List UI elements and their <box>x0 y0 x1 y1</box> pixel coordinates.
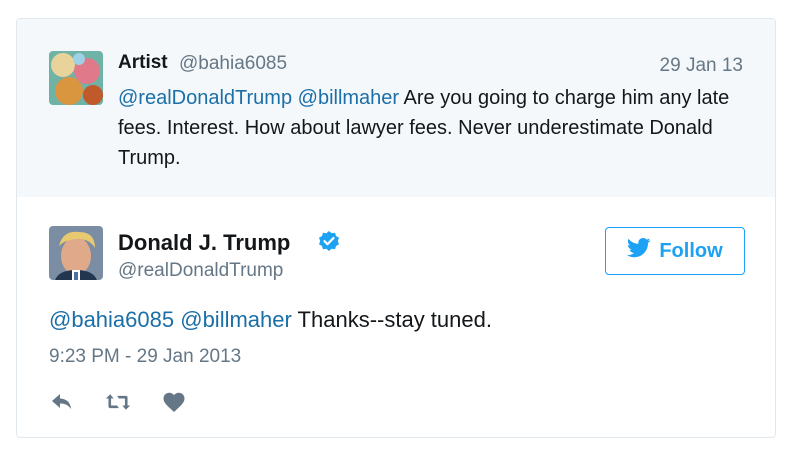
quoted-author-name[interactable]: Artist <box>118 52 168 74</box>
tweet-text: @bahia6085 @billmaher Thanks--stay tuned… <box>49 307 492 333</box>
tweet-actions <box>49 389 187 415</box>
quoted-tweet[interactable]: Artist @bahia6085 29 Jan 13 @realDonaldT… <box>17 19 775 197</box>
mention-link[interactable]: @bahia6085 <box>49 307 174 332</box>
quoted-avatar[interactable] <box>49 51 103 105</box>
mention-link[interactable]: @billmaher <box>180 307 292 332</box>
reply-icon[interactable] <box>49 389 75 415</box>
mention-link[interactable]: @realDonaldTrump <box>118 87 292 109</box>
heart-icon[interactable] <box>161 389 187 415</box>
author-avatar[interactable] <box>49 226 103 280</box>
quoted-date[interactable]: 29 Jan 13 <box>660 55 743 77</box>
quoted-author-handle[interactable]: @bahia6085 <box>179 53 287 75</box>
follow-label: Follow <box>659 239 723 262</box>
tweet-body: Thanks--stay tuned. <box>291 307 492 332</box>
author-name[interactable]: Donald J. Trump <box>118 230 290 256</box>
follow-button[interactable]: Follow <box>605 227 745 275</box>
twitter-bird-icon <box>627 238 651 264</box>
tweet-timestamp[interactable]: 9:23 PM - 29 Jan 2013 <box>49 346 241 368</box>
verified-badge-icon <box>317 230 341 254</box>
tweet-card: Artist @bahia6085 29 Jan 13 @realDonaldT… <box>16 18 776 438</box>
quoted-text: @realDonaldTrump @billmaher Are you goin… <box>118 83 738 173</box>
mention-link[interactable]: @billmaher <box>298 87 399 109</box>
retweet-icon[interactable] <box>105 389 131 415</box>
author-handle[interactable]: @realDonaldTrump <box>118 260 283 282</box>
